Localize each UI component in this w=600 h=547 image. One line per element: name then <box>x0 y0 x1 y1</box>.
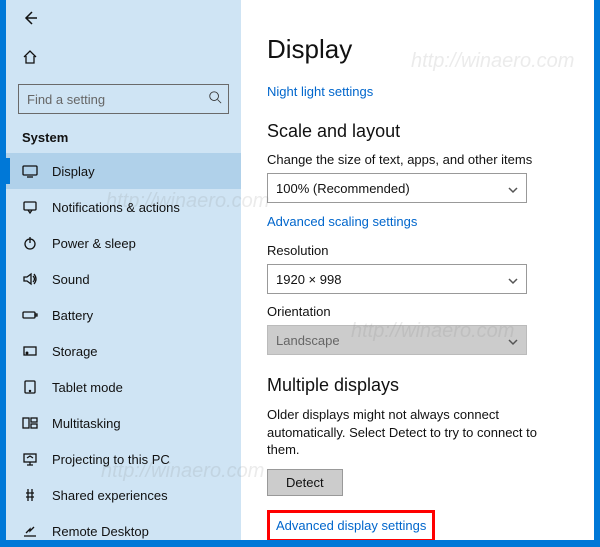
shared-icon <box>22 487 38 503</box>
sidebar-item-tablet[interactable]: Tablet mode <box>6 369 241 405</box>
advanced-display-link[interactable]: Advanced display settings <box>276 518 426 533</box>
sidebar-item-label: Shared experiences <box>52 488 168 503</box>
page-title: Display <box>267 34 568 65</box>
projecting-icon <box>22 451 38 467</box>
sidebar-item-power[interactable]: Power & sleep <box>6 225 241 261</box>
sidebar-item-label: Storage <box>52 344 98 359</box>
multitasking-icon <box>22 415 38 431</box>
multi-heading: Multiple displays <box>267 375 568 396</box>
scale-label: Change the size of text, apps, and other… <box>267 152 568 167</box>
detect-button[interactable]: Detect <box>267 469 343 496</box>
sidebar-item-battery[interactable]: Battery <box>6 297 241 333</box>
sidebar-item-sound[interactable]: Sound <box>6 261 241 297</box>
chevron-down-icon <box>508 335 518 345</box>
sidebar-item-label: Display <box>52 164 95 179</box>
power-icon <box>22 235 38 251</box>
sidebar-item-multitasking[interactable]: Multitasking <box>6 405 241 441</box>
scale-heading: Scale and layout <box>267 121 568 142</box>
sidebar-item-label: Projecting to this PC <box>52 452 170 467</box>
settings-window: http://winaero.com http://winaero.com ht… <box>6 0 594 540</box>
sidebar-item-label: Remote Desktop <box>52 524 149 539</box>
sidebar-nav: Display Notifications & actions Power & … <box>6 153 241 540</box>
sidebar-item-projecting[interactable]: Projecting to this PC <box>6 441 241 477</box>
sidebar-item-storage[interactable]: Storage <box>6 333 241 369</box>
sidebar-item-label: Notifications & actions <box>52 200 180 215</box>
remote-icon <box>22 523 38 539</box>
chevron-down-icon <box>508 274 518 284</box>
chevron-down-icon <box>508 183 518 193</box>
main-content: Display Night light settings Scale and l… <box>241 0 594 540</box>
home-icon[interactable] <box>22 49 241 70</box>
display-icon <box>22 163 38 179</box>
resolution-value: 1920 × 998 <box>276 272 341 287</box>
scale-dropdown[interactable]: 100% (Recommended) <box>267 173 527 203</box>
orientation-dropdown: Landscape <box>267 325 527 355</box>
sidebar-item-label: Multitasking <box>52 416 121 431</box>
sidebar-item-label: Tablet mode <box>52 380 123 395</box>
advanced-scaling-link[interactable]: Advanced scaling settings <box>267 214 417 229</box>
sidebar: System Display Notifications & actions P… <box>6 0 241 540</box>
orientation-label: Orientation <box>267 304 568 319</box>
scale-value: 100% (Recommended) <box>276 181 410 196</box>
sidebar-item-remote[interactable]: Remote Desktop <box>6 513 241 540</box>
back-icon[interactable] <box>22 10 241 31</box>
sidebar-item-label: Power & sleep <box>52 236 136 251</box>
sidebar-item-label: Sound <box>52 272 90 287</box>
resolution-label: Resolution <box>267 243 568 258</box>
search-input[interactable] <box>18 84 229 114</box>
storage-icon <box>22 343 38 359</box>
category-header: System <box>6 124 241 153</box>
night-light-link[interactable]: Night light settings <box>267 84 373 99</box>
sidebar-item-notifications[interactable]: Notifications & actions <box>6 189 241 225</box>
multi-note: Older displays might not always connect … <box>267 406 568 459</box>
orientation-value: Landscape <box>276 333 340 348</box>
sidebar-item-shared[interactable]: Shared experiences <box>6 477 241 513</box>
sidebar-item-display[interactable]: Display <box>6 153 241 189</box>
tablet-icon <box>22 379 38 395</box>
search-field[interactable] <box>27 92 208 107</box>
sound-icon <box>22 271 38 287</box>
notification-icon <box>22 199 38 215</box>
highlight-box: Advanced display settings <box>267 510 435 540</box>
battery-icon <box>22 307 38 323</box>
resolution-dropdown[interactable]: 1920 × 998 <box>267 264 527 294</box>
search-icon <box>208 90 222 109</box>
sidebar-item-label: Battery <box>52 308 93 323</box>
